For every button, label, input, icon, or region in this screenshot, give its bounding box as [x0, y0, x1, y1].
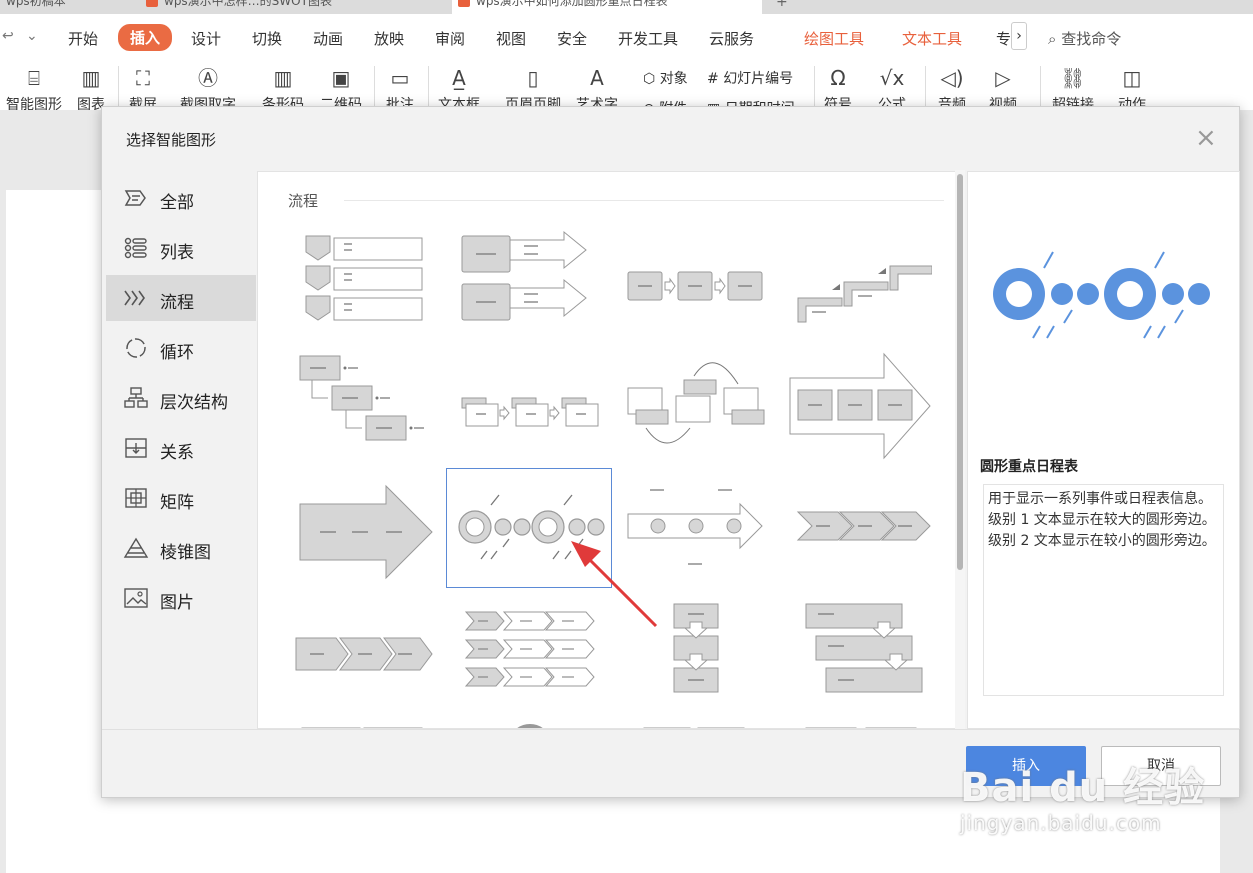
annotation-arrow: [571, 541, 658, 628]
baidu-watermark: Bai du 经验 jingyan.baidu.com: [960, 755, 1205, 835]
watermark-brand: Bai du 经验: [960, 765, 1206, 811]
watermark-url: jingyan.baidu.com: [960, 811, 1162, 835]
